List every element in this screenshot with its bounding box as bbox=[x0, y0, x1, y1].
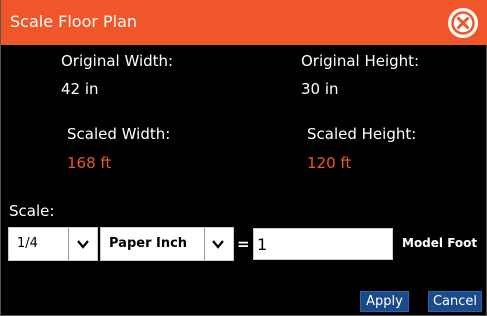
scale-ratio-value: 1/4 bbox=[17, 236, 38, 251]
paper-unit-select[interactable]: Paper Inch bbox=[100, 227, 234, 261]
scaled-width-value: 168 ft bbox=[67, 154, 112, 172]
apply-button[interactable]: Apply bbox=[360, 291, 409, 312]
cancel-button[interactable]: Cancel bbox=[428, 291, 482, 312]
scaled-height-value: 120 ft bbox=[307, 154, 352, 172]
dialog-title: Scale Floor Plan bbox=[10, 12, 138, 31]
original-width-label: Original Width: bbox=[61, 52, 174, 70]
original-width-value: 42 in bbox=[61, 80, 99, 98]
scale-ratio-select[interactable]: 1/4 bbox=[8, 227, 98, 261]
close-button[interactable] bbox=[448, 8, 478, 38]
close-icon bbox=[451, 11, 475, 35]
original-height-label: Original Height: bbox=[301, 52, 420, 70]
chevron-down-icon bbox=[77, 240, 89, 249]
model-scale-input[interactable] bbox=[253, 228, 393, 260]
equals-sign: = bbox=[237, 235, 250, 253]
select-divider bbox=[204, 228, 205, 260]
select-divider bbox=[68, 228, 69, 260]
scale-floor-plan-dialog: Scale Floor Plan Original Width: 42 in O… bbox=[0, 0, 487, 316]
scale-label: Scale: bbox=[9, 202, 55, 220]
model-unit-label: Model Foot bbox=[402, 236, 478, 250]
scaled-height-label: Scaled Height: bbox=[307, 125, 417, 143]
original-height-value: 30 in bbox=[301, 80, 339, 98]
chevron-down-icon bbox=[212, 240, 224, 249]
scaled-width-label: Scaled Width: bbox=[67, 125, 171, 143]
paper-unit-value: Paper Inch bbox=[109, 236, 188, 251]
title-bar: Scale Floor Plan bbox=[1, 0, 487, 45]
